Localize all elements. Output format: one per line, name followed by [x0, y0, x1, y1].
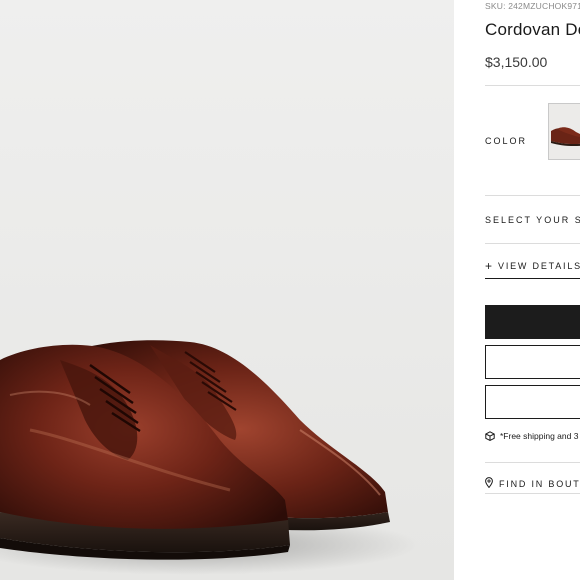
size-label[interactable]: SELECT YOUR SIZ	[485, 215, 580, 225]
divider	[485, 85, 580, 86]
view-details-label: VIEW DETAILS	[498, 261, 580, 271]
box-icon	[485, 431, 495, 443]
find-label: FIND IN BOUTIQ	[499, 479, 580, 489]
swatch-shoe-icon	[549, 104, 580, 159]
product-title: Cordovan De	[485, 20, 580, 39]
sku-text: SKU: 242MZUCHOK971	[485, 1, 580, 11]
shipping-note: *Free shipping and 3	[485, 431, 578, 443]
product-image[interactable]	[0, 0, 454, 580]
divider	[485, 243, 580, 244]
view-details-link[interactable]: + VIEW DETAILS	[485, 259, 580, 279]
color-label: COLOR	[485, 136, 528, 146]
color-swatch[interactable]	[548, 103, 580, 160]
divider	[485, 195, 580, 196]
location-pin-icon	[485, 477, 493, 490]
product-info-panel: SKU: 242MZUCHOK971 Cordovan De $3,150.00…	[485, 0, 580, 580]
plus-icon: +	[485, 259, 493, 273]
secondary-action-button[interactable]	[485, 345, 580, 379]
tertiary-action-button[interactable]	[485, 385, 580, 419]
find-in-boutique-link[interactable]: FIND IN BOUTIQ	[485, 477, 580, 490]
add-to-bag-button[interactable]	[485, 305, 580, 339]
product-price: $3,150.00	[485, 54, 548, 70]
shipping-text: *Free shipping and 3	[500, 431, 579, 441]
divider	[485, 462, 580, 463]
divider	[485, 493, 580, 494]
shoe-photo	[0, 0, 454, 580]
